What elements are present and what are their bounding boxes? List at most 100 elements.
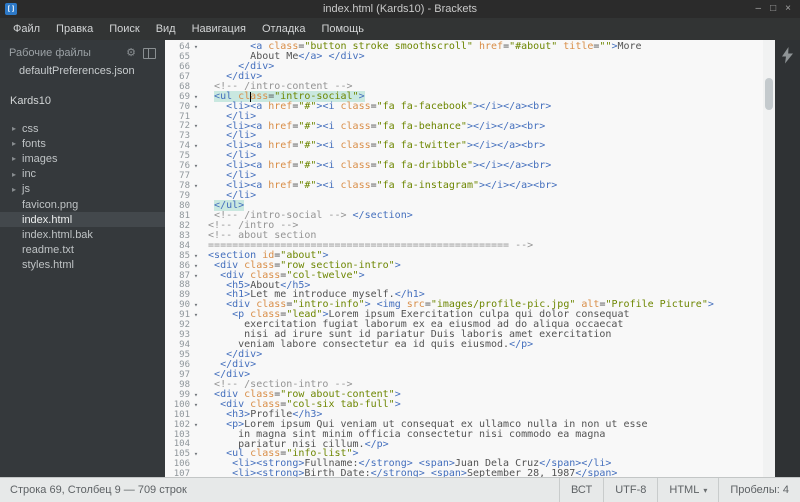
editor-scrollbar[interactable] — [763, 40, 775, 477]
code-line-76[interactable]: <li><a href="#"><i class="fa fa-dribbble… — [202, 161, 763, 171]
fold-arrow-icon[interactable]: ▾ — [190, 421, 202, 429]
code-line-72[interactable]: <li><a href="#"><i class="fa fa-behance"… — [202, 121, 763, 132]
fold-arrow-icon[interactable]: ▾ — [190, 391, 202, 399]
line-number: 64 ▾ — [165, 42, 202, 52]
minimize-button[interactable]: – — [756, 0, 762, 18]
tree-item-favicon.png[interactable]: favicon.png — [0, 197, 165, 212]
code-line-78[interactable]: <li><a href="#"><i class="fa fa-instagra… — [202, 181, 763, 191]
code-line-74[interactable]: <li><a href="#"><i class="fa fa-twitter"… — [202, 141, 763, 151]
code-line-65[interactable]: About Me</a> </div> — [202, 51, 763, 62]
fold-arrow-icon[interactable]: ▾ — [190, 252, 202, 260]
fold-arrow-icon[interactable]: ▾ — [190, 262, 202, 270]
line-number: 77 — [179, 171, 190, 182]
window-controls: – □ × — [756, 0, 800, 18]
fold-arrow-icon[interactable]: ▾ — [190, 182, 202, 190]
overwrite-indicator[interactable]: ВСТ — [560, 478, 603, 502]
line-number: 101 — [173, 409, 190, 420]
fold-arrow-icon[interactable]: ▾ — [190, 450, 202, 458]
editor-gutter: 64 ▾ 65 66 67 68 69 ▾ 70 ▾ 71 72 ▾ 73 74 ▾ 75 76 ▾ 77 78 ▾ 79 8… — [165, 40, 202, 479]
indent-setting[interactable]: Пробелы: 4 — [719, 478, 800, 502]
code-line-79[interactable]: </li> — [202, 191, 763, 201]
maximize-button[interactable]: □ — [770, 0, 776, 18]
tree-item-label: css — [22, 122, 39, 135]
split-view-icon[interactable] — [143, 47, 156, 59]
gear-icon[interactable]: ⚙ — [126, 48, 136, 59]
folder-arrow-icon[interactable]: ▸ — [12, 170, 22, 179]
code-line-94[interactable]: veniam labore consectetur ea id quis eiu… — [202, 340, 763, 350]
tree-item-index.html[interactable]: index.html — [0, 212, 165, 228]
menu-item-5[interactable]: Отладка — [254, 20, 313, 38]
fold-arrow-icon[interactable]: ▾ — [190, 103, 202, 111]
fold-arrow-icon[interactable]: ▾ — [190, 142, 202, 150]
tree-item-label: index.html — [22, 213, 73, 226]
line-number: 83 — [179, 230, 190, 241]
menu-item-1[interactable]: Правка — [48, 20, 101, 38]
editor[interactable]: 64 ▾ 65 66 67 68 69 ▾ 70 ▾ 71 72 ▾ 73 74 ▾ 75 76 ▾ 77 78 ▾ 79 8… — [165, 40, 775, 479]
tree-item-label: index.html.bak — [22, 228, 93, 241]
line-number: 89 — [179, 290, 190, 301]
tree-item-inc[interactable]: ▸ inc — [0, 167, 165, 182]
code-line-70[interactable]: <li><a href="#"><i class="fa fa-facebook… — [202, 101, 763, 112]
project-dropdown[interactable]: Kards10 — [0, 91, 165, 111]
status-bar: Строка 69, Столбец 9 — 709 строк ВСТ UTF… — [0, 477, 800, 502]
menu-item-3[interactable]: Вид — [148, 20, 184, 38]
menu-item-6[interactable]: Помощь — [313, 20, 372, 38]
tree-item-styles.html[interactable]: styles.html — [0, 258, 165, 273]
status-bar-right: ВСТ UTF-8 HTML ▾ Пробелы: 4 — [558, 478, 800, 502]
tree-item-readme.txt[interactable]: readme.txt — [0, 243, 165, 258]
code-line-107[interactable]: <li><strong>Birth Date:</strong> <span>S… — [202, 469, 763, 477]
fold-arrow-icon[interactable]: ▾ — [190, 122, 202, 130]
menu-item-2[interactable]: Поиск — [101, 20, 147, 38]
menu-bar: Файл Правка Поиск Вид Навигация Отладка Помощь — [0, 18, 800, 40]
tree-item-fonts[interactable]: ▸ fonts — [0, 136, 165, 151]
fold-arrow-icon[interactable]: ▾ — [190, 401, 202, 409]
line-number: 66 — [179, 61, 190, 72]
line-number: 96 — [179, 359, 190, 370]
line-number: 68 — [179, 81, 190, 92]
window-title: index.html (Kards10) - Brackets — [322, 3, 478, 15]
line-number: 97 — [179, 369, 190, 380]
line-number: 93 — [179, 330, 190, 341]
tree-item-label: favicon.png — [22, 198, 79, 211]
tree-item-js[interactable]: ▸ js — [0, 182, 165, 197]
line-number: 84 — [179, 240, 190, 251]
folder-arrow-icon[interactable]: ▸ — [12, 124, 22, 133]
fold-arrow-icon[interactable]: ▾ — [190, 93, 202, 101]
code-area[interactable]: <a class="button stroke smoothscroll" hr… — [202, 40, 763, 478]
live-preview-icon[interactable] — [781, 47, 794, 64]
line-number: 72 ▾ — [165, 121, 202, 131]
tree-item-css[interactable]: ▸ css — [0, 121, 165, 136]
fold-arrow-icon[interactable]: ▾ — [190, 301, 202, 309]
line-number: 94 — [179, 340, 190, 351]
line-number: 102 ▾ — [165, 420, 202, 430]
title-bar: [] index.html (Kards10) - Brackets – □ × — [0, 0, 800, 18]
tree-item-images[interactable]: ▸ images — [0, 151, 165, 166]
main-area: Рабочие файлы ⚙ defaultPreferences.json … — [0, 40, 800, 479]
working-file-defaultPreferences.json[interactable]: defaultPreferences.json — [0, 63, 165, 80]
fold-arrow-icon[interactable]: ▾ — [190, 43, 202, 51]
fold-arrow-icon[interactable]: ▾ — [190, 162, 202, 170]
close-button[interactable]: × — [785, 0, 791, 18]
working-files-actions: ⚙ — [126, 47, 156, 59]
menu-item-4[interactable]: Навигация — [184, 20, 254, 38]
code-line-96[interactable]: </div> — [202, 360, 763, 370]
code-line-66[interactable]: </div> — [202, 61, 763, 72]
language-selector[interactable]: HTML ▾ — [658, 478, 718, 502]
menu-item-0[interactable]: Файл — [5, 20, 48, 38]
code-line-95[interactable]: </div> — [202, 350, 763, 360]
fold-arrow-icon[interactable]: ▾ — [190, 311, 202, 319]
line-number: 91 ▾ — [165, 310, 202, 320]
line-number: 69 ▾ — [165, 92, 202, 102]
line-number: 103 — [173, 429, 190, 440]
line-number: 100 ▾ — [165, 400, 202, 410]
folder-arrow-icon[interactable]: ▸ — [12, 185, 22, 194]
folder-arrow-icon[interactable]: ▸ — [12, 154, 22, 163]
scrollbar-thumb[interactable] — [765, 78, 773, 110]
line-number: 98 — [179, 379, 190, 390]
fold-arrow-icon[interactable]: ▾ — [190, 272, 202, 280]
encoding-indicator[interactable]: UTF-8 — [604, 478, 657, 502]
folder-arrow-icon[interactable]: ▸ — [12, 139, 22, 148]
working-files-list: defaultPreferences.json — [0, 63, 165, 80]
tree-item-index.html.bak[interactable]: index.html.bak — [0, 227, 165, 242]
tree-item-label: images — [22, 152, 58, 165]
